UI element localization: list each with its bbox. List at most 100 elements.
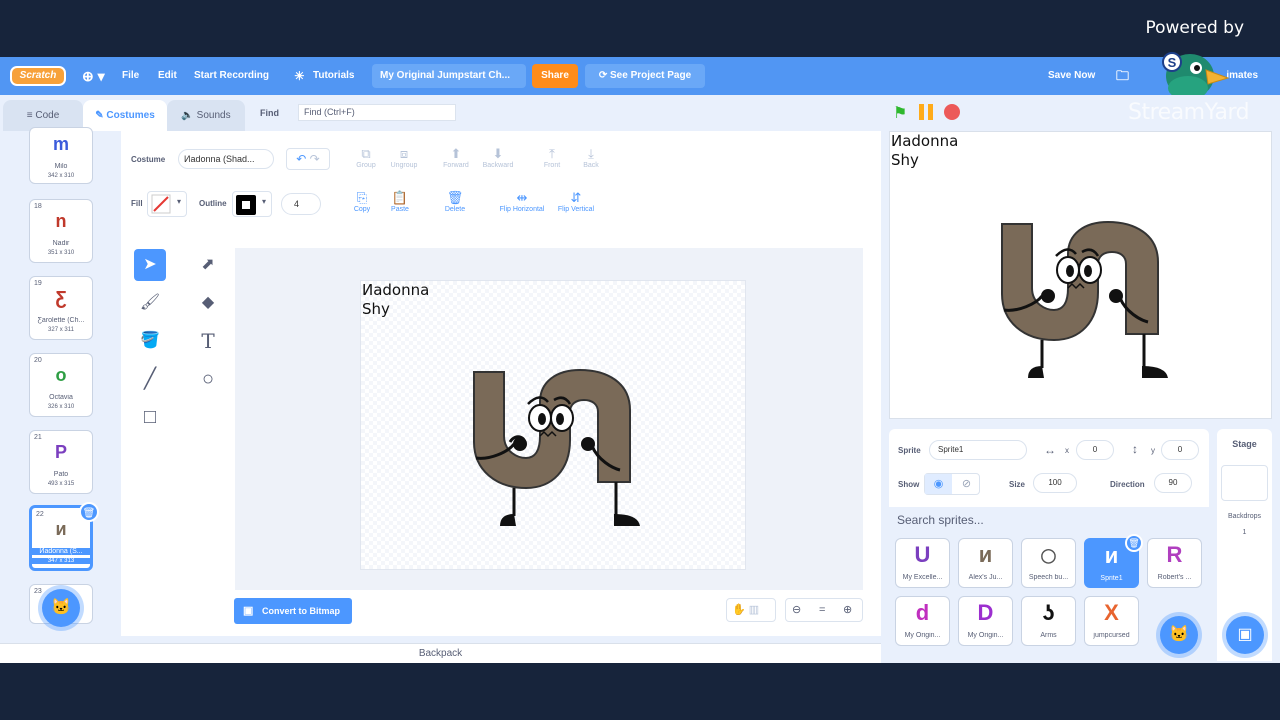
pause-icon[interactable]	[919, 104, 933, 120]
costume-tile[interactable]: 20 o Octavia 326 x 310	[29, 353, 93, 417]
delete-button[interactable]: 🗑 Delete	[430, 190, 480, 213]
back-button[interactable]: ⤓ Back	[566, 146, 616, 169]
costume-size: 327 x 311	[48, 327, 74, 333]
sprite-name-input[interactable]: Sprite1	[929, 440, 1027, 460]
direction-input[interactable]: 90	[1154, 473, 1192, 493]
canvas-text-line2: Shy	[362, 300, 390, 318]
backward-button[interactable]: ⬇ Backward	[473, 146, 523, 169]
paste-button[interactable]: 📋 Paste	[375, 190, 425, 213]
delete-costume-button[interactable]: 🗑	[79, 502, 99, 522]
eraser-tool[interactable]: ◆	[192, 287, 224, 319]
character-body	[473, 368, 631, 490]
costume-thumbnail: o	[55, 365, 67, 385]
brush-icon: ✎	[95, 110, 107, 121]
rectangle-tool[interactable]: □	[134, 401, 166, 433]
costume-tile[interactable]: m Milo 342 x 310	[29, 127, 93, 184]
trash-icon: 🗑	[1128, 538, 1140, 548]
ungroup-button[interactable]: ⧈ Ungroup	[379, 146, 429, 169]
reshape-tool[interactable]: ⬈	[192, 249, 224, 281]
find-input[interactable]: Find (Ctrl+F)	[298, 104, 456, 121]
sprite-tile[interactable]: D My Origin...	[958, 596, 1013, 646]
costume-name: Octavia	[49, 394, 73, 401]
trash-icon: 🗑	[446, 190, 464, 205]
backpack-bar[interactable]: Backpack	[0, 643, 881, 663]
tab-sounds[interactable]: 🔈 Sounds	[167, 100, 245, 131]
costume-thumbnail: ᴎ	[55, 519, 67, 539]
folder-icon[interactable]: 🗀	[1116, 57, 1129, 95]
redo-icon[interactable]: ↷	[310, 152, 320, 166]
outline-color-picker[interactable]: ▾	[232, 191, 272, 217]
tab-sounds-label: Sounds	[196, 110, 231, 121]
project-title-input[interactable]: My Original Jumpstart Ch...	[372, 64, 526, 88]
cat-icon: 🐱	[51, 599, 71, 616]
start-recording-button[interactable]: Start Recording	[194, 57, 269, 95]
sprite-tile[interactable]: ◯ Speech bu...	[1021, 538, 1076, 588]
stage-text-line1: Иadonna	[891, 132, 959, 150]
canvas-mode-toggle[interactable]: ✋ ▥	[726, 598, 776, 622]
paint-bucket-icon: 🪣	[140, 332, 160, 349]
fill-color-picker[interactable]: ▾	[147, 191, 187, 217]
edit-menu[interactable]: Edit	[158, 57, 177, 95]
zoom-in-icon[interactable]: ⊕	[843, 599, 852, 621]
select-tool[interactable]: ➤	[134, 249, 166, 281]
brush-tool[interactable]: 🖌	[134, 287, 166, 319]
file-menu[interactable]: File	[122, 57, 139, 95]
costume-tile[interactable]: 18 n Nadir 351 x 310	[29, 199, 93, 263]
stream-top-bar: Powered by	[0, 0, 1280, 57]
zoom-out-icon[interactable]: ⊖	[792, 599, 801, 621]
chevron-down-icon: ▾	[262, 197, 267, 206]
speaker-icon: 🔈	[181, 110, 197, 121]
sprite-tile[interactable]: ᴎ Alex's Ju...	[958, 538, 1013, 588]
outline-width-input[interactable]: 4	[281, 193, 321, 215]
stage-thumbnail	[1221, 465, 1268, 501]
delete-sprite-button[interactable]: 🗑	[1125, 534, 1143, 552]
y-input[interactable]: 0	[1161, 440, 1199, 460]
sprite-name: Speech bu...	[1028, 574, 1069, 581]
globe-icon[interactable]: ⊕ ▾	[82, 57, 105, 95]
eye-icon[interactable]: ◉	[925, 474, 952, 494]
costume-name: Иadonna (S...	[32, 548, 90, 555]
convert-to-bitmap-label: Convert to Bitmap	[262, 606, 341, 616]
convert-to-bitmap-button[interactable]: ▣ Convert to Bitmap	[234, 598, 352, 624]
stop-icon[interactable]	[944, 104, 960, 120]
choose-costume-button[interactable]: 🐱	[42, 589, 80, 627]
green-flag-icon[interactable]: ⚑	[893, 103, 907, 123]
no-fill-swatch	[151, 194, 171, 214]
x-input[interactable]: 0	[1076, 440, 1114, 460]
sprite-tile[interactable]: d My Origin...	[895, 596, 950, 646]
search-sprites-input[interactable]: Search sprites...	[889, 508, 1209, 532]
costume-number: 21	[34, 434, 42, 441]
circle-tool[interactable]: ○	[192, 363, 224, 395]
flip-vertical-button[interactable]: ⇵ Flip Vertical	[551, 190, 601, 213]
choose-sprite-button[interactable]: 🐱	[1160, 616, 1198, 654]
tab-costumes[interactable]: ✎ Costumes	[83, 100, 167, 131]
undo-icon[interactable]: ↶	[296, 152, 306, 166]
costume-name: Nadir	[52, 240, 70, 247]
costume-tile[interactable]: 19 Ƹ Ƹarolette (Ch... 327 x 311	[29, 276, 93, 340]
eye-off-icon[interactable]: ⊘	[953, 474, 980, 494]
see-project-page-button[interactable]: ⟳ See Project Page	[585, 64, 705, 88]
sprite-tile[interactable]: ʖ Arms	[1021, 596, 1076, 646]
tutorials-icon: ☀	[294, 69, 305, 83]
fill-tool[interactable]: 🪣	[134, 325, 166, 357]
choose-backdrop-button[interactable]: ▣	[1226, 616, 1264, 654]
flip-horizontal-button[interactable]: ⇹ Flip Horizontal	[493, 190, 551, 213]
text-tool[interactable]: T	[192, 325, 224, 357]
costume-tile[interactable]: 21 P Pato 493 x 315	[29, 430, 93, 494]
costume-name-input[interactable]: Иadonna (Shad...	[178, 149, 274, 169]
sprite-tile[interactable]: U My Excelle...	[895, 538, 950, 588]
sprite-name: My Origin...	[904, 632, 941, 639]
zoom-reset-button[interactable]: =	[819, 599, 825, 621]
sprite-tile[interactable]: Xjumpcursed	[1084, 596, 1139, 646]
share-button[interactable]: Share	[532, 64, 578, 88]
size-input[interactable]: 100	[1033, 473, 1077, 493]
tutorials-button[interactable]: Tutorials	[313, 57, 354, 95]
trash-icon: 🗑	[82, 508, 96, 519]
sprite-tile[interactable]: R Robert's ...	[1147, 538, 1202, 588]
line-icon: ╱	[143, 368, 157, 390]
line-tool[interactable]: ╱	[134, 363, 166, 395]
fill-label: Fill	[131, 199, 143, 208]
scratch-logo[interactable]: Scratch	[10, 66, 66, 86]
costume-number: 23	[34, 588, 42, 595]
save-now-button[interactable]: Save Now	[1048, 57, 1095, 95]
